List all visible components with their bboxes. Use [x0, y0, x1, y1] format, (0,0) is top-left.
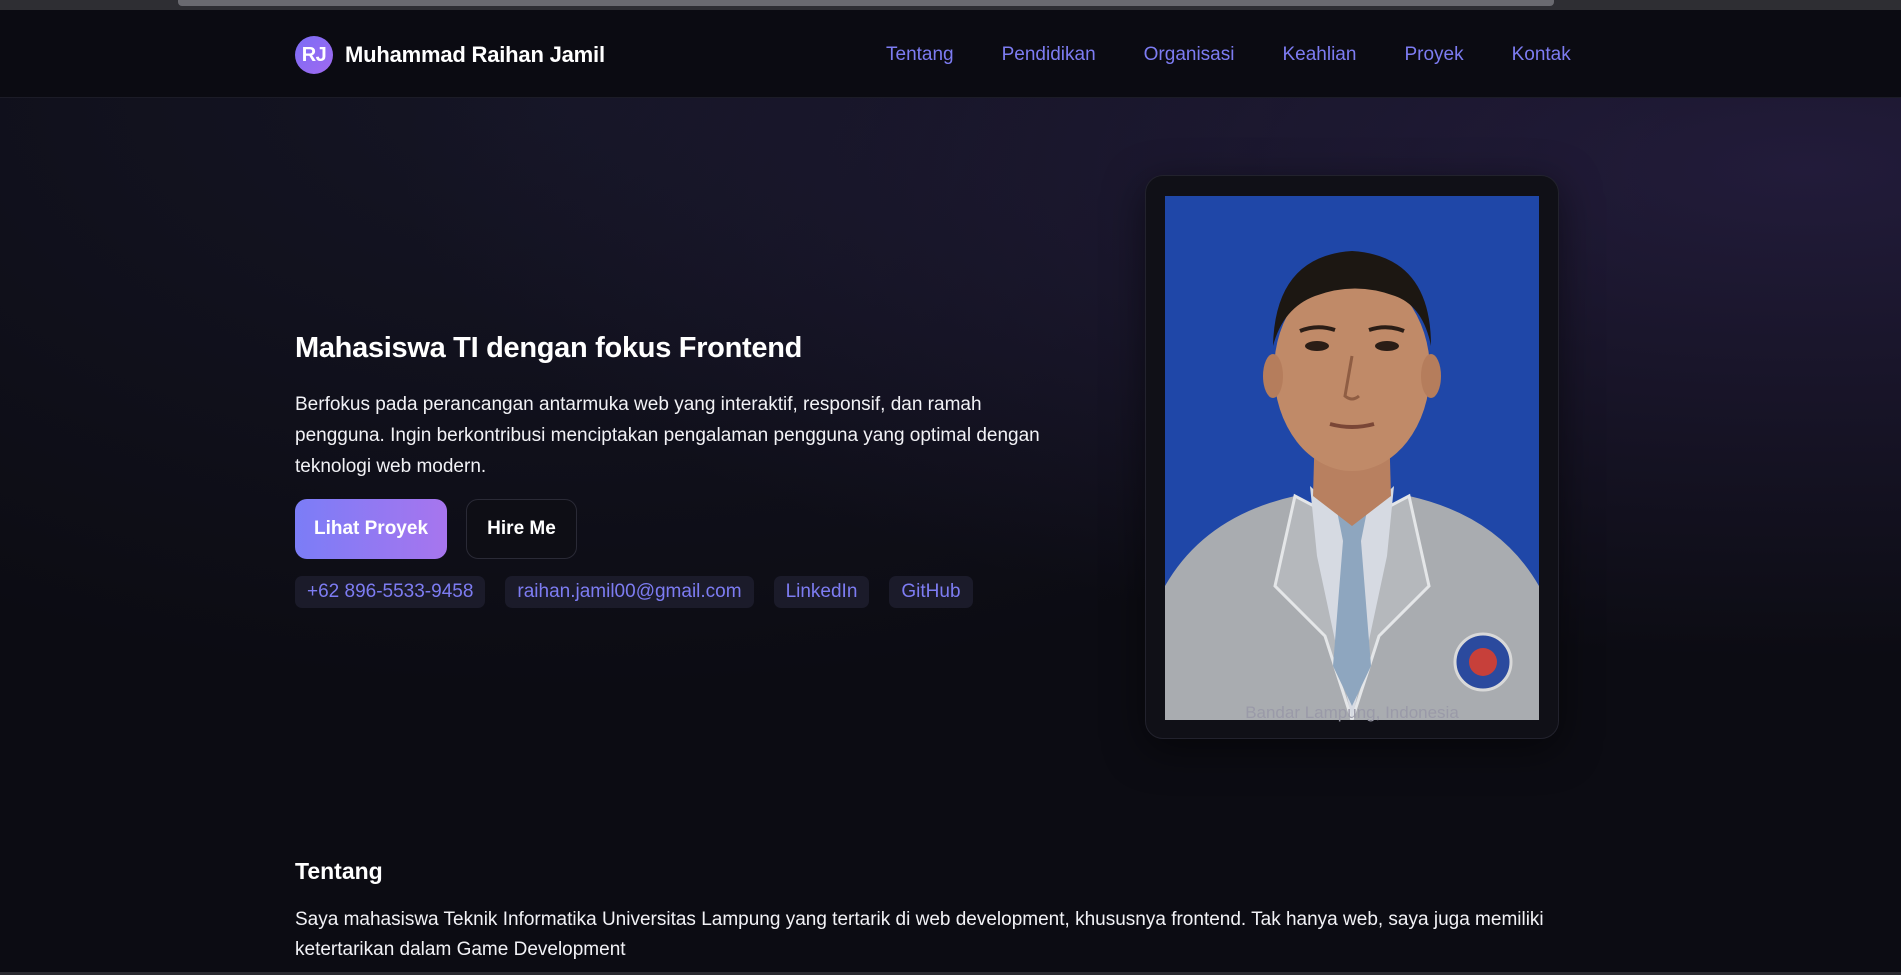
nav-link-proyek[interactable]: Proyek: [1404, 44, 1463, 66]
profile-photo-illustration: [1165, 196, 1539, 720]
hero-description: Berfokus pada perancangan antarmuka web …: [295, 394, 1040, 477]
github-link[interactable]: GitHub: [889, 576, 973, 608]
nav-link-tentang[interactable]: Tentang: [886, 44, 954, 66]
about-section-title: Tentang: [295, 858, 383, 884]
hire-me-button[interactable]: Hire Me: [466, 499, 577, 559]
nav-link-organisasi[interactable]: Organisasi: [1144, 44, 1235, 66]
hero-title: Mahasiswa TI dengan fokus Frontend: [295, 332, 803, 364]
navbar: RJ Muhammad Raihan Jamil Tentang Pendidi…: [0, 10, 1901, 98]
browser-scroll-strip: [0, 0, 1901, 10]
nav-link-pendidikan[interactable]: Pendidikan: [1002, 44, 1096, 66]
profile-photo-card: Bandar Lampung, Indonesia: [1145, 175, 1559, 739]
nav-link-kontak[interactable]: Kontak: [1512, 44, 1571, 66]
profile-photo: [1165, 196, 1539, 720]
email-link[interactable]: raihan.jamil00@gmail.com: [505, 576, 754, 608]
nav-links: Tentang Pendidikan Organisasi Keahlian P…: [886, 44, 1619, 66]
brand-name: Muhammad Raihan Jamil: [345, 42, 605, 67]
nav-link-keahlian[interactable]: Keahlian: [1282, 44, 1356, 66]
contact-chips: +62 896-5533-9458 raihan.jamil00@gmail.c…: [295, 576, 993, 608]
photo-caption: Bandar Lampung, Indonesia: [1245, 703, 1459, 722]
avatar: RJ: [295, 36, 333, 74]
view-projects-button[interactable]: Lihat Proyek: [295, 499, 447, 559]
horizontal-scrollbar-thumb[interactable]: [178, 0, 1554, 6]
linkedin-link[interactable]: LinkedIn: [773, 576, 870, 608]
phone-link[interactable]: +62 896-5533-9458: [295, 576, 486, 608]
about-section-text: Saya mahasiswa Teknik Informatika Univer…: [295, 909, 1544, 960]
brand[interactable]: RJ Muhammad Raihan Jamil: [295, 35, 605, 75]
